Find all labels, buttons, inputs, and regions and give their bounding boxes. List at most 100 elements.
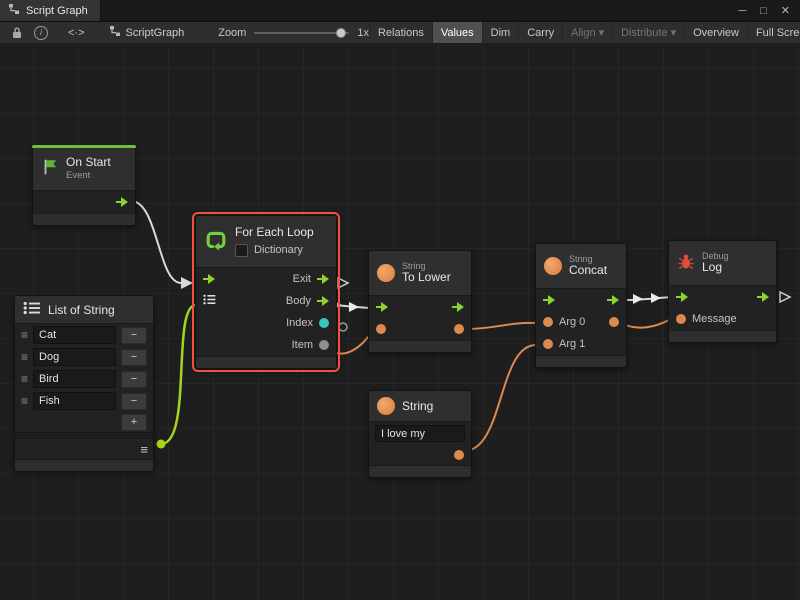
string-output-port[interactable] bbox=[454, 450, 464, 460]
dictionary-checkbox[interactable] bbox=[235, 244, 248, 257]
zoom-slider-knob[interactable] bbox=[336, 28, 346, 38]
string-type-icon bbox=[377, 264, 395, 282]
node-concat[interactable]: String Concat Arg 0 bbox=[535, 243, 627, 368]
align-dropdown[interactable]: Align ▾ bbox=[562, 22, 612, 43]
drag-handle-icon[interactable]: ≡ bbox=[21, 395, 28, 407]
zoom-slider[interactable] bbox=[254, 32, 349, 34]
node-list-of-string[interactable]: List of String ≡ − ≡ − ≡ − bbox=[14, 295, 154, 472]
list-item-input[interactable] bbox=[33, 348, 116, 366]
node-to-lower[interactable]: String To Lower bbox=[368, 250, 472, 353]
node-title: Concat bbox=[569, 264, 607, 278]
relations-button[interactable]: Relations bbox=[369, 22, 432, 43]
node-string-literal[interactable]: String bbox=[368, 390, 472, 478]
control-input-port[interactable] bbox=[676, 292, 688, 302]
node-title: List of String bbox=[48, 303, 115, 317]
exit-output-port[interactable] bbox=[317, 274, 329, 284]
node-header[interactable]: String bbox=[369, 391, 471, 422]
loop-icon bbox=[204, 228, 228, 255]
add-item-button[interactable]: + bbox=[121, 414, 147, 431]
node-divider bbox=[15, 432, 153, 439]
drag-handle-icon[interactable]: ≡ bbox=[21, 373, 28, 385]
control-input-port[interactable] bbox=[376, 302, 388, 312]
node-title: Log bbox=[702, 261, 729, 275]
list-item-input[interactable] bbox=[33, 370, 116, 388]
remove-item-button[interactable]: − bbox=[121, 371, 147, 388]
graph-toolbar: i <·> ScriptGraph Zoom 1x Relations Valu… bbox=[0, 22, 800, 44]
flow-pulse-arrow bbox=[651, 293, 661, 303]
carry-button[interactable]: Carry bbox=[518, 22, 562, 43]
tab-script-graph[interactable]: Script Graph bbox=[0, 0, 101, 21]
control-output-port[interactable] bbox=[452, 302, 464, 312]
overview-button[interactable]: Overview bbox=[684, 22, 747, 43]
unity-script-graph-window: Script Graph ─ □ ✕ i <·> ScriptGraph Zoo… bbox=[0, 0, 800, 600]
result-output-port[interactable] bbox=[609, 317, 619, 327]
index-output-port[interactable] bbox=[319, 318, 329, 328]
control-output-port[interactable] bbox=[757, 292, 769, 302]
flag-icon bbox=[41, 158, 59, 179]
list-item-input[interactable] bbox=[33, 392, 116, 410]
wire-tolower-concat bbox=[466, 323, 536, 329]
list-item-row: ≡ − bbox=[15, 368, 153, 390]
control-output-port[interactable] bbox=[116, 197, 128, 207]
item-port-label: Item bbox=[292, 339, 313, 351]
arg0-input-port[interactable] bbox=[543, 317, 553, 327]
control-input-port[interactable] bbox=[543, 295, 555, 305]
message-input-port[interactable] bbox=[676, 314, 686, 324]
exit-port-unconnected[interactable] bbox=[338, 278, 348, 288]
list-item-input[interactable] bbox=[33, 326, 116, 344]
string-type-icon bbox=[544, 257, 562, 275]
item-output-port[interactable] bbox=[319, 340, 329, 350]
list-input-port-icon[interactable] bbox=[203, 294, 216, 308]
bug-icon bbox=[677, 253, 695, 274]
node-header[interactable]: String To Lower bbox=[369, 251, 471, 296]
full-screen-button[interactable]: Full Screen bbox=[747, 22, 800, 43]
exit-port-label: Exit bbox=[293, 273, 311, 285]
minimize-button[interactable]: ─ bbox=[738, 5, 746, 17]
log-exit-unconnected[interactable] bbox=[780, 292, 790, 302]
node-footer bbox=[669, 330, 776, 342]
list-item-row: ≡ − bbox=[15, 390, 153, 412]
graph-breadcrumb[interactable]: ScriptGraph bbox=[109, 25, 185, 40]
lock-icon[interactable] bbox=[6, 22, 28, 43]
remove-item-button[interactable]: − bbox=[121, 393, 147, 410]
remove-item-button[interactable]: − bbox=[121, 349, 147, 366]
list-icon bbox=[23, 301, 41, 318]
body-output-port[interactable] bbox=[317, 296, 329, 306]
index-port-unconnected[interactable] bbox=[339, 323, 347, 331]
node-on-start[interactable]: On Start Event bbox=[32, 145, 136, 226]
node-for-each-loop[interactable]: For Each Loop Dictionary Exit bbox=[195, 215, 337, 369]
close-button[interactable]: ✕ bbox=[781, 4, 790, 17]
arg0-label: Arg 0 bbox=[559, 316, 585, 328]
node-header[interactable]: Debug Log bbox=[669, 241, 776, 286]
graph-canvas[interactable]: On Start Event List of String bbox=[0, 44, 800, 600]
node-debug-log[interactable]: Debug Log Message bbox=[668, 240, 777, 343]
control-input-port[interactable] bbox=[203, 274, 215, 284]
control-output-port[interactable] bbox=[607, 295, 619, 305]
code-view-icon[interactable]: <·> bbox=[62, 22, 91, 43]
node-header[interactable]: On Start Event bbox=[33, 148, 135, 191]
dim-button[interactable]: Dim bbox=[482, 22, 519, 43]
node-header[interactable]: For Each Loop Dictionary bbox=[196, 216, 336, 268]
string-output-port[interactable] bbox=[454, 324, 464, 334]
drag-handle-icon[interactable]: ≡ bbox=[21, 329, 28, 341]
body-port-label: Body bbox=[286, 295, 311, 307]
values-button[interactable]: Values bbox=[432, 22, 482, 43]
wire-concat-message bbox=[622, 319, 671, 328]
list-output-icon[interactable]: ≡ bbox=[140, 443, 148, 456]
node-header[interactable]: List of String bbox=[15, 296, 153, 324]
toolbar-buttons: Relations Values Dim Carry Align ▾ Distr… bbox=[369, 22, 800, 43]
maximize-button[interactable]: □ bbox=[760, 5, 767, 17]
arg1-label: Arg 1 bbox=[559, 338, 585, 350]
remove-item-button[interactable]: − bbox=[121, 327, 147, 344]
arg1-input-port[interactable] bbox=[543, 339, 553, 349]
tab-title: Script Graph bbox=[26, 5, 88, 17]
distribute-dropdown[interactable]: Distribute ▾ bbox=[612, 22, 684, 43]
graph-name-label: ScriptGraph bbox=[126, 27, 185, 39]
string-value-input[interactable] bbox=[375, 425, 465, 442]
message-label: Message bbox=[692, 313, 737, 325]
dictionary-label: Dictionary bbox=[254, 244, 303, 257]
drag-handle-icon[interactable]: ≡ bbox=[21, 351, 28, 363]
node-header[interactable]: String Concat bbox=[536, 244, 626, 289]
info-icon[interactable]: i bbox=[28, 22, 54, 43]
string-input-port[interactable] bbox=[376, 324, 386, 334]
